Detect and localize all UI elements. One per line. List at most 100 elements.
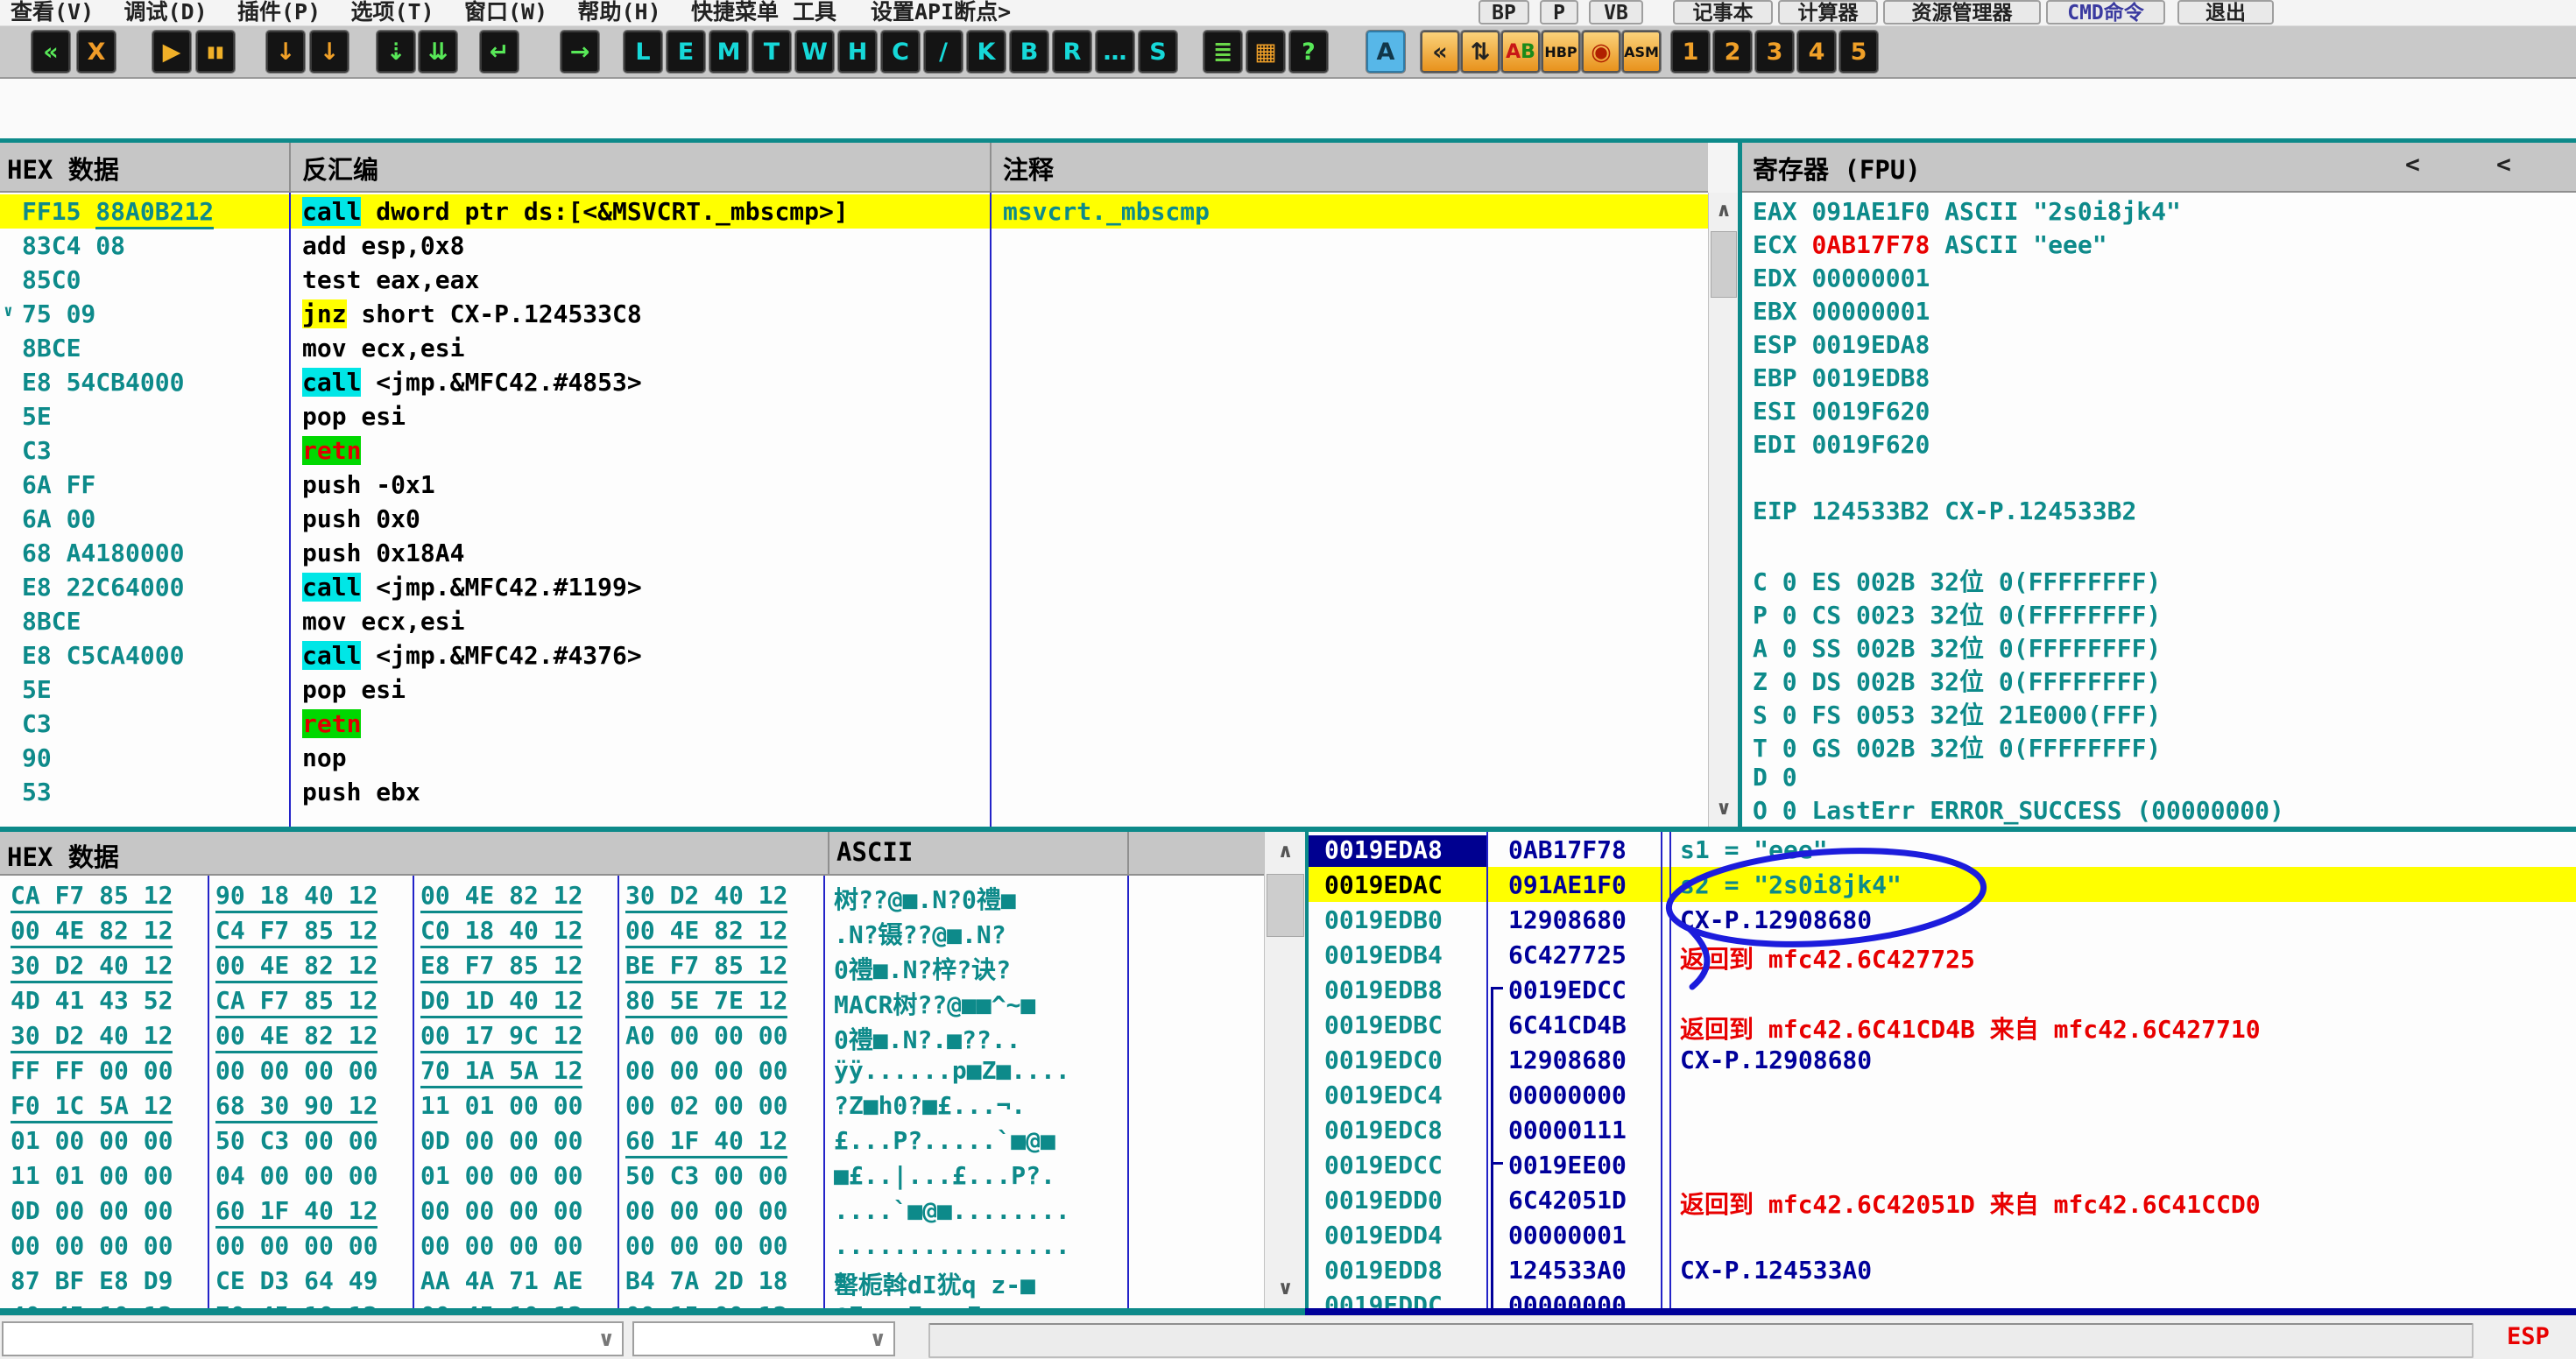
dump-row[interactable]: 40 45 10 1270 45 10 1200 45 10 1200 15 0…: [0, 1298, 1264, 1308]
stack-row[interactable]: 0019EDCC0019EE00: [1309, 1147, 2576, 1182]
register-row[interactable]: ECX 0AB17F78 ASCII "eee": [1742, 228, 2576, 261]
view-handles-button[interactable]: H: [838, 31, 877, 73]
chevron-down-icon[interactable]: ∨: [870, 1327, 887, 1351]
dump-row[interactable]: 87 BF E8 D9CE D3 64 49AA 4A 71 AEB4 7A 2…: [0, 1263, 1264, 1298]
step-into-button[interactable]: ↓: [266, 31, 305, 73]
stack-row[interactable]: 0019EDC012908680CX-P.12908680: [1309, 1042, 2576, 1077]
disasm-row[interactable]: E8 54CB4000call <jmp.&MFC42.#4853>: [0, 365, 1708, 399]
dump-view[interactable]: CA F7 85 1290 18 40 1200 4E 82 1230 D2 4…: [0, 876, 1264, 1308]
view-source-button[interactable]: S: [1139, 31, 1177, 73]
view-call-stack-button[interactable]: K: [967, 31, 1006, 73]
disasm-row[interactable]: 6A FFpush -0x1: [0, 468, 1708, 502]
register-row[interactable]: EAX 091AE1F0 ASCII "2s0i8jk4": [1742, 194, 2576, 228]
quick-button-计算器[interactable]: 计算器: [1778, 0, 1878, 25]
quick-button-退出[interactable]: 退出: [2177, 0, 2274, 25]
stack-row[interactable]: 0019EDD06C42051D返回到 mfc42.6C42051D 来自 mf…: [1309, 1182, 2576, 1217]
flag-row[interactable]: O 0 LastErr ERROR_SUCCESS (00000000): [1742, 793, 2576, 827]
disasm-row[interactable]: 53push ebx: [0, 775, 1708, 809]
close-button[interactable]: X: [77, 31, 116, 73]
disasm-row[interactable]: 5Epop esi: [0, 399, 1708, 433]
quick-button-CMD命令[interactable]: CMD命令: [2046, 0, 2165, 25]
disasm-row[interactable]: C3retn: [0, 707, 1708, 741]
flag-row[interactable]: P 0 CS 0023 32位 0(FFFFFFFF): [1742, 594, 2576, 627]
dump-row[interactable]: 0D 00 00 0060 1F 40 1200 00 00 0000 00 0…: [0, 1193, 1264, 1228]
disasm-scrollbar-thumb[interactable]: [1711, 231, 1737, 298]
hbp-button[interactable]: HBP: [1542, 31, 1580, 73]
register-row[interactable]: ESI 0019F620: [1742, 394, 2576, 427]
scroll-down-icon[interactable]: ∨: [1265, 1278, 1306, 1299]
ab-button[interactable]: AB: [1501, 31, 1540, 73]
asm-button[interactable]: ASM: [1622, 31, 1661, 73]
dump-row[interactable]: 4D 41 43 52CA F7 85 12D0 1D 40 1280 5E 7…: [0, 982, 1264, 1017]
exec-till-return-button[interactable]: ↵: [480, 31, 519, 73]
disasm-row[interactable]: 5Epop esi: [0, 672, 1708, 707]
disasm-view[interactable]: FF15 88A0B212call dword ptr ds:[<&MSVCRT…: [0, 193, 1708, 827]
scroll-down-icon[interactable]: ∨: [1709, 798, 1739, 820]
dump-scrollbar[interactable]: ∧ ∨: [1264, 832, 1307, 1308]
animate-over-button[interactable]: ⇊: [419, 31, 457, 73]
disasm-row[interactable]: E8 22C64000call <jmp.&MFC42.#1199>: [0, 570, 1708, 604]
stack-row[interactable]: 0019EDAC091AE1F0s2 = "2s0i8jk4": [1309, 867, 2576, 902]
dump-row[interactable]: 11 01 00 0004 00 00 0001 00 00 0050 C3 0…: [0, 1158, 1264, 1193]
menu-item-6[interactable]: 帮助(H): [578, 0, 661, 26]
dump-row[interactable]: 30 D2 40 1200 4E 82 1200 17 9C 12A0 00 0…: [0, 1017, 1264, 1053]
flag-row[interactable]: S 0 FS 0053 32位 21E000(FFF): [1742, 694, 2576, 727]
disasm-row[interactable]: 85C0test eax,eax: [0, 263, 1708, 297]
disasm-row[interactable]: FF15 88A0B212call dword ptr ds:[<&MSVCRT…: [0, 194, 1708, 229]
disasm-row[interactable]: 8BCEmov ecx,esi: [0, 331, 1708, 365]
scroll-up-icon[interactable]: ∧: [1265, 841, 1306, 863]
desktop-2-button[interactable]: 2: [1713, 31, 1752, 73]
register-row[interactable]: EDX 00000001: [1742, 261, 2576, 294]
flag-row[interactable]: D 0: [1742, 760, 2576, 793]
quick-button-记事本[interactable]: 记事本: [1673, 0, 1773, 25]
stack-row[interactable]: 0019EDB012908680CX-P.12908680: [1309, 902, 2576, 937]
dump-ascii-column-header[interactable]: ASCII: [836, 837, 913, 867]
menu-item-9[interactable]: 设置API断点>: [871, 0, 1011, 26]
dump-row[interactable]: 00 00 00 0000 00 00 0000 00 00 0000 00 0…: [0, 1228, 1264, 1263]
view-run-trace-button[interactable]: …: [1096, 31, 1134, 73]
dump-hex-column-header[interactable]: HEX 数据: [7, 837, 119, 874]
stack-row[interactable]: 0019EDDC00000000: [1309, 1287, 2576, 1308]
help-button[interactable]: ?: [1289, 31, 1328, 73]
disasm-row[interactable]: C3retn: [0, 433, 1708, 468]
quick-button-BP[interactable]: BP: [1479, 0, 1529, 25]
step-over-button[interactable]: ↓: [310, 31, 349, 73]
view-references-button[interactable]: R: [1053, 31, 1091, 73]
dump-scrollbar-thumb[interactable]: [1267, 874, 1304, 937]
disasm-row[interactable]: 90nop: [0, 741, 1708, 775]
strongod-plugin-button[interactable]: A: [1366, 31, 1405, 73]
flag-row[interactable]: Z 0 DS 002B 32位 0(FFFFFFFF): [1742, 660, 2576, 694]
scroll-up-icon[interactable]: ∧: [1709, 200, 1739, 222]
disasm-row[interactable]: ∨75 09jnz short CX-P.124533C8: [0, 297, 1708, 331]
registers-collapse-right-button[interactable]: <: [2496, 150, 2511, 179]
flag-row[interactable]: T 0 GS 002B 32位 0(FFFFFFFF): [1742, 727, 2576, 760]
stack-view[interactable]: 0019EDA80AB17F78s1 = "eee"0019EDAC091AE1…: [1309, 832, 2576, 1308]
restart-button[interactable]: «: [32, 31, 70, 73]
registers-collapse-left-button[interactable]: <: [2405, 150, 2420, 179]
chevron-down-icon[interactable]: ∨: [598, 1327, 616, 1351]
menu-item-1[interactable]: 查看(V): [11, 0, 94, 26]
log-options-button[interactable]: ≣: [1203, 31, 1242, 73]
desktop-3-button[interactable]: 3: [1755, 31, 1794, 73]
animate-into-button[interactable]: ⇣: [377, 31, 415, 73]
comment-column-header[interactable]: 注释: [1003, 150, 1054, 187]
quick-button-VB[interactable]: VB: [1589, 0, 1643, 25]
quick-button-P[interactable]: P: [1540, 0, 1578, 25]
register-row[interactable]: EIP 124533B2 CX-P.124533B2: [1742, 494, 2576, 527]
memory-map-button[interactable]: ▦: [1246, 31, 1285, 73]
disasm-hex-column-header[interactable]: HEX 数据: [7, 150, 119, 187]
disasm-scrollbar[interactable]: ∧ ∨: [1708, 193, 1740, 827]
view-log-button[interactable]: L: [624, 31, 662, 73]
stack-row[interactable]: 0019EDBC6C41CD4B返回到 mfc42.6C41CD4B 来自 mf…: [1309, 1007, 2576, 1042]
disasm-row[interactable]: 68 A4180000push 0x18A4: [0, 536, 1708, 570]
updown-button[interactable]: ⇅: [1461, 31, 1500, 73]
stack-row[interactable]: 0019EDA80AB17F78s1 = "eee": [1309, 832, 2576, 867]
target-button[interactable]: ◉: [1582, 31, 1620, 73]
stack-row[interactable]: 0019EDC400000000: [1309, 1077, 2576, 1112]
dump-row[interactable]: 30 D2 40 1200 4E 82 12E8 F7 85 12BE F7 8…: [0, 947, 1264, 982]
pause-button[interactable]: ▮▮: [196, 31, 235, 73]
run-button[interactable]: ▶: [152, 31, 191, 73]
disasm-column-header[interactable]: 反汇编: [302, 150, 378, 187]
menu-item-3[interactable]: 插件(P): [237, 0, 321, 26]
stack-row[interactable]: 0019EDD400000001: [1309, 1217, 2576, 1252]
